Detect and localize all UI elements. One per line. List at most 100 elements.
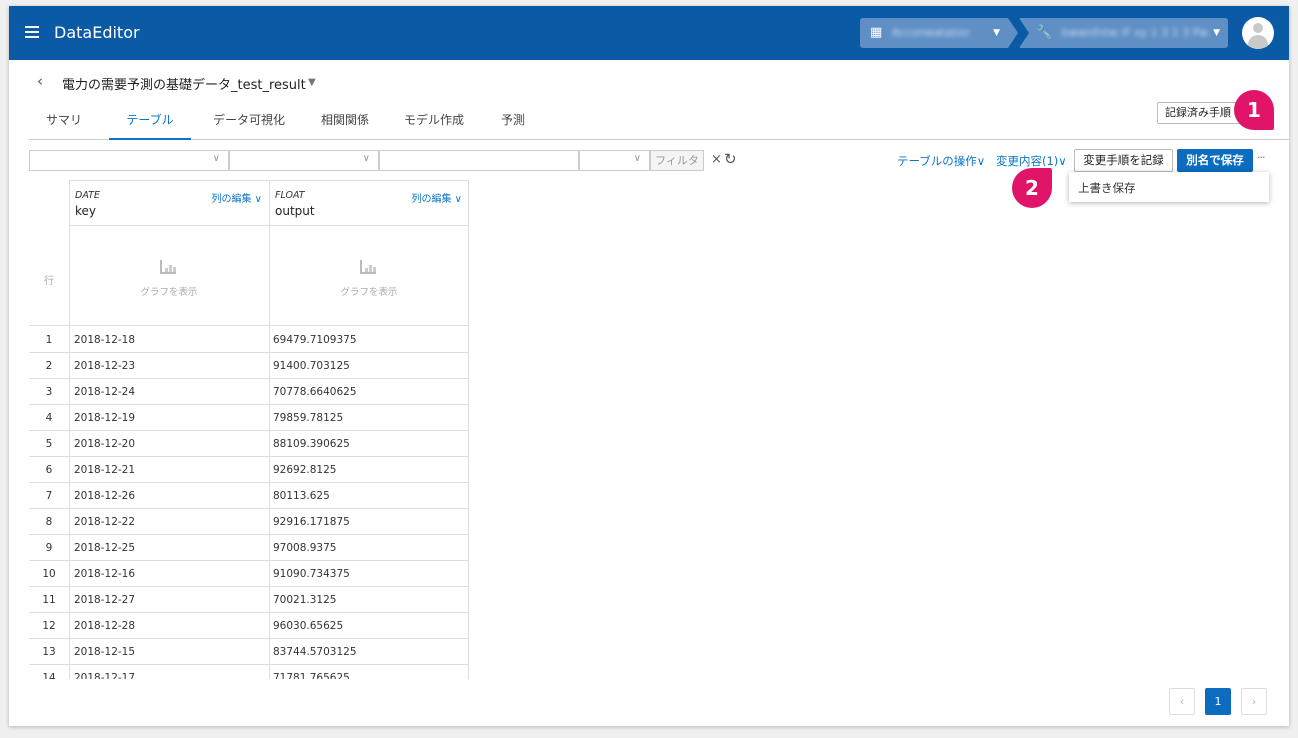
output-cell: 79859.78125	[273, 412, 344, 424]
key-cell: 2018-12-18	[74, 334, 136, 346]
chevron-down-icon: ▼	[1213, 28, 1220, 38]
output-cell: 69479.7109375	[273, 334, 357, 346]
key-cell: 2018-12-22	[74, 516, 136, 528]
key-cell: 2018-12-15	[74, 646, 136, 658]
row-index-cell: 1	[45, 334, 53, 346]
table-row: 14 2018-12-17 71781.765625	[29, 665, 468, 679]
callout-number-2: 2	[1025, 176, 1039, 200]
table-row: 3 2018-12-24 70778.6640625	[29, 379, 468, 405]
graph-preview-output[interactable]: グラフを表示	[269, 226, 469, 326]
table-row: 6 2018-12-21 92692.8125	[29, 457, 468, 483]
column-type-label: FLOAT	[275, 190, 305, 201]
tab-model-creation[interactable]: モデル作成	[397, 106, 471, 140]
key-cell: 2018-12-25	[74, 542, 136, 554]
filter-button[interactable]: フィルタ	[650, 150, 704, 171]
row-index-cell: 11	[42, 594, 56, 606]
pagination-page-button[interactable]: 1	[1205, 688, 1231, 715]
row-index-cell: 13	[42, 646, 56, 658]
table-row: 13 2018-12-15 83744.5703125	[29, 639, 468, 665]
building-icon: ▦	[870, 25, 883, 40]
key-cell: 2018-12-28	[74, 620, 136, 632]
row-index-cell: 9	[45, 542, 53, 554]
filter-column-select[interactable]: ∨	[29, 150, 229, 171]
organization-selector[interactable]: ▦ Acconwatatoo ▼	[860, 18, 1018, 48]
row-index-cell: 5	[45, 438, 53, 450]
changes-menu[interactable]: 変更内容(1)∨	[996, 153, 1067, 169]
output-cell: 70021.3125	[273, 594, 337, 606]
key-cell: 2018-12-27	[74, 594, 136, 606]
overwrite-save-menu-item[interactable]: 上書き保存	[1078, 180, 1136, 196]
output-cell: 91400.703125	[273, 360, 350, 372]
project-name: bwwnfntw iF xy 1 3 1 3 Pw	[1061, 26, 1209, 39]
refresh-icon[interactable]: ↻	[724, 150, 737, 168]
output-cell: 92692.8125	[273, 464, 337, 476]
record-steps-button[interactable]: 変更手順を記録	[1074, 149, 1173, 172]
key-cell: 2018-12-16	[74, 568, 136, 580]
back-arrow-icon[interactable]: ‹	[37, 72, 43, 90]
row-index-cell: 7	[45, 490, 53, 502]
pagination-prev-button[interactable]: ‹	[1169, 688, 1195, 715]
key-cell: 2018-12-20	[74, 438, 136, 450]
row-index-cell: 3	[45, 386, 53, 398]
table-row: 7 2018-12-26 80113.625	[29, 483, 468, 509]
show-graph-label: グラフを表示	[340, 287, 398, 298]
project-selector[interactable]: 🔧 bwwnfntw iF xy 1 3 1 3 Pw ▼	[1019, 18, 1228, 48]
filter-extra-select[interactable]: ∨	[579, 150, 650, 171]
table-row: 9 2018-12-25 97008.9375	[29, 535, 468, 561]
output-cell: 80113.625	[273, 490, 330, 502]
tab-summary[interactable]: サマリ	[41, 106, 87, 140]
row-index-cell: 8	[45, 516, 53, 528]
tab-prediction[interactable]: 予測	[495, 106, 531, 140]
filter-operator-select[interactable]: ∨	[229, 150, 379, 171]
key-cell: 2018-12-23	[74, 360, 136, 372]
output-cell: 88109.390625	[273, 438, 350, 450]
menu-icon[interactable]	[25, 26, 39, 38]
callout-marker-2: 2	[1012, 168, 1052, 208]
column-edit-link[interactable]: 列の編集 ∨	[412, 190, 463, 205]
output-cell: 91090.734375	[273, 568, 350, 580]
table-row: 4 2018-12-19 79859.78125	[29, 405, 468, 431]
row-index-cell: 10	[42, 568, 56, 580]
callout-marker-1: 1	[1234, 90, 1274, 130]
table-row: 11 2018-12-27 70021.3125	[29, 587, 468, 613]
app-window: DataEditor ▦ Acconwatatoo ▼ 🔧 bwwnfntw i…	[9, 6, 1289, 726]
organization-name: Acconwatatoo	[891, 26, 970, 39]
output-cell: 83744.5703125	[273, 646, 357, 658]
save-as-button[interactable]: 別名で保存	[1177, 149, 1253, 172]
dataset-title-caret-icon[interactable]: ▼	[308, 77, 316, 88]
row-index-cell: 4	[45, 412, 53, 424]
app-title: DataEditor	[54, 23, 140, 42]
table-row: 12 2018-12-28 96030.65625	[29, 613, 468, 639]
chevron-down-icon: ∨	[633, 153, 641, 164]
graph-preview-key[interactable]: グラフを表示	[69, 226, 269, 326]
show-graph-label: グラフを表示	[140, 287, 198, 298]
column-divider	[69, 180, 70, 679]
chevron-down-icon: ∨	[212, 153, 220, 164]
chart-icon	[160, 260, 176, 274]
pagination-next-button[interactable]: ›	[1241, 688, 1267, 715]
key-cell: 2018-12-21	[74, 464, 136, 476]
tab-correlation[interactable]: 相関関係	[315, 106, 375, 140]
tab-table[interactable]: テーブル	[109, 106, 191, 140]
filter-value-input[interactable]	[379, 150, 579, 171]
key-cell: 2018-12-24	[74, 386, 136, 398]
clear-filter-icon[interactable]: ×	[711, 152, 722, 167]
avatar[interactable]	[1242, 17, 1274, 49]
column-edit-link[interactable]: 列の編集 ∨	[212, 190, 263, 205]
column-divider	[468, 180, 469, 679]
key-cell: 2018-12-26	[74, 490, 136, 502]
output-cell: 92916.171875	[273, 516, 350, 528]
row-index-cell: 2	[45, 360, 53, 372]
more-options-icon[interactable]: ···	[1257, 151, 1265, 164]
top-bar: DataEditor ▦ Acconwatatoo ▼ 🔧 bwwnfntw i…	[9, 6, 1289, 60]
dataset-title: 電力の需要予測の基礎データ_test_result	[62, 78, 306, 93]
output-cell: 70778.6640625	[273, 386, 357, 398]
row-index-cell: 6	[45, 464, 53, 476]
column-type-label: DATE	[75, 190, 100, 201]
row-index-cell: 12	[42, 620, 56, 632]
table-operations-menu[interactable]: テーブルの操作∨	[897, 153, 985, 169]
column-header-output: FLOAT output 列の編集 ∨	[269, 180, 469, 226]
tab-data-visualization[interactable]: データ可視化	[207, 106, 291, 140]
column-divider	[269, 180, 270, 679]
table-row: 8 2018-12-22 92916.171875	[29, 509, 468, 535]
